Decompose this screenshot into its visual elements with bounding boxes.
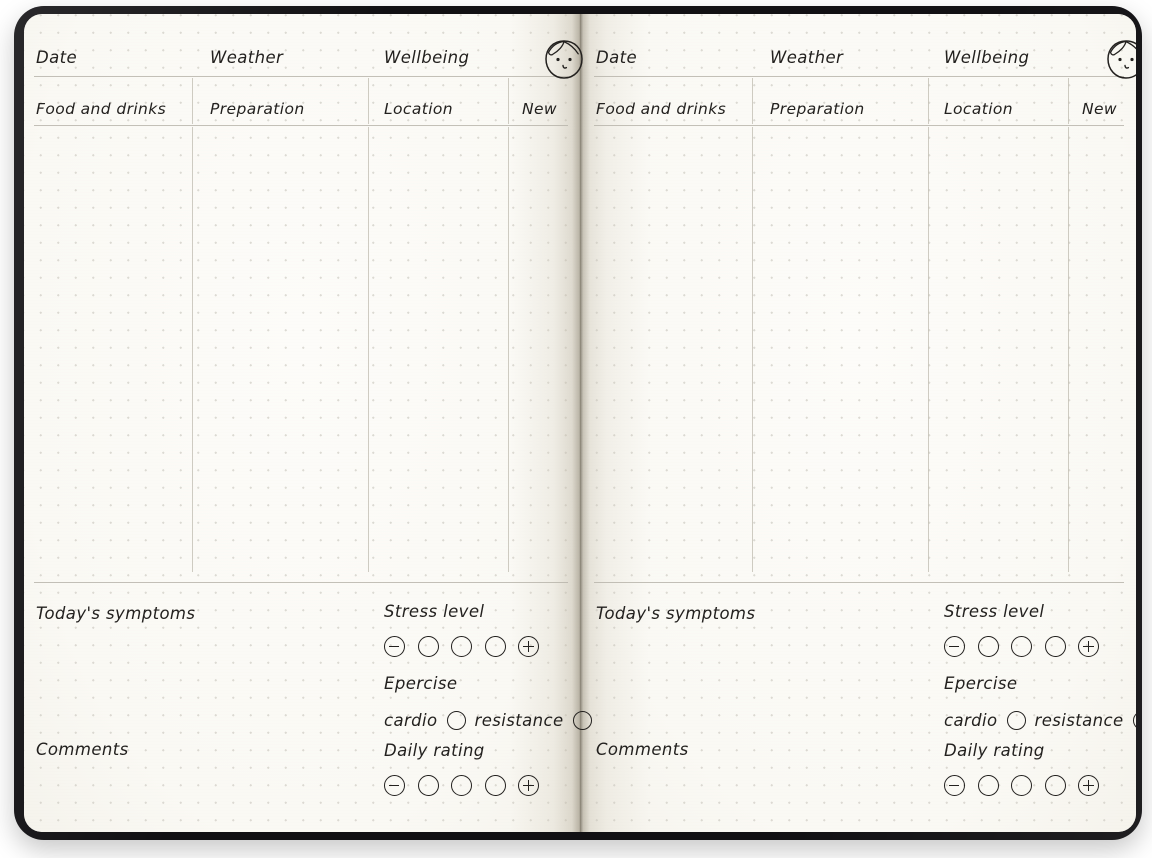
right-sheet-form: Date Weather Wellbeing Food and drinks P… <box>580 14 1136 832</box>
plus-icon[interactable] <box>1078 636 1099 657</box>
date-field-label[interactable]: Date <box>596 49 637 67</box>
exercise-label: Epercise <box>944 674 1018 693</box>
daily-rating-scale[interactable] <box>944 774 1099 797</box>
resistance-label: resistance <box>1034 711 1124 730</box>
cardio-checkbox[interactable] <box>1006 711 1026 730</box>
cardio-label: cardio <box>384 711 438 730</box>
notebook-spread-screenshot: Date Weather Wellbeing Food and drinks P… <box>0 0 1152 858</box>
daily-rating-scale[interactable] <box>384 774 539 797</box>
symptoms-label[interactable]: Today's symptoms <box>36 605 195 623</box>
resistance-label: resistance <box>474 711 564 730</box>
new-column-header[interactable]: New <box>522 101 557 118</box>
stress-option-3[interactable] <box>1011 636 1032 657</box>
daily-option-3[interactable] <box>1011 775 1032 796</box>
plus-icon[interactable] <box>1078 775 1099 796</box>
daily-option-4[interactable] <box>483 774 507 797</box>
col-divider-2-header <box>368 78 369 124</box>
col-divider-1-header <box>752 78 753 124</box>
new-column-header[interactable]: New <box>1082 101 1117 118</box>
rule-above-footer <box>594 582 1124 583</box>
rule-under-date-row <box>594 76 1124 77</box>
symptoms-entry-area[interactable] <box>594 628 944 732</box>
preparation-column-header[interactable]: Preparation <box>770 101 865 118</box>
symptoms-label[interactable]: Today's symptoms <box>596 605 755 623</box>
stress-option-4[interactable] <box>483 635 507 658</box>
location-entry-area[interactable] <box>929 127 1067 572</box>
stress-option-3[interactable] <box>451 636 472 657</box>
exercise-options[interactable]: cardio resistance <box>944 711 1136 730</box>
plus-icon[interactable] <box>518 775 539 796</box>
location-column-header[interactable]: Location <box>384 101 453 118</box>
preparation-entry-area[interactable] <box>193 127 367 572</box>
date-field-label[interactable]: Date <box>36 49 77 67</box>
minus-icon[interactable] <box>384 775 405 796</box>
stress-level-rating[interactable] <box>384 635 539 658</box>
rule-above-footer <box>34 582 568 583</box>
cardio-label: cardio <box>944 711 998 730</box>
rule-under-date-row <box>34 76 568 77</box>
stress-option-4[interactable] <box>1043 635 1067 658</box>
wellbeing-field-label[interactable]: Wellbeing <box>944 49 1029 67</box>
food-entry-area[interactable] <box>34 127 191 572</box>
preparation-column-header[interactable]: Preparation <box>210 101 305 118</box>
daily-rating-label: Daily rating <box>384 741 485 760</box>
comments-entry-area[interactable] <box>34 764 384 822</box>
exercise-options[interactable]: cardio resistance <box>384 711 592 730</box>
rule-under-table-header <box>594 125 1124 126</box>
stress-option-2[interactable] <box>416 635 440 658</box>
preparation-entry-area[interactable] <box>753 127 927 572</box>
col-divider-1-header <box>192 78 193 124</box>
plus-icon[interactable] <box>518 636 539 657</box>
food-entry-area[interactable] <box>594 127 751 572</box>
comments-label[interactable]: Comments <box>36 741 129 759</box>
stress-option-2[interactable] <box>976 635 1000 658</box>
daily-option-4[interactable] <box>1043 774 1067 797</box>
col-divider-3-header <box>1068 78 1069 124</box>
symptoms-entry-area[interactable] <box>34 628 384 732</box>
daily-option-3[interactable] <box>451 775 472 796</box>
left-sheet-form: Date Weather Wellbeing Food and drinks P… <box>24 14 592 832</box>
weather-field-label[interactable]: Weather <box>770 49 843 67</box>
location-column-header[interactable]: Location <box>944 101 1013 118</box>
rule-under-table-header <box>34 125 568 126</box>
food-column-header[interactable]: Food and drinks <box>596 101 726 118</box>
col-divider-3-header <box>508 78 509 124</box>
paper-spread: Date Weather Wellbeing Food and drinks P… <box>24 14 1136 832</box>
location-entry-area[interactable] <box>369 127 507 572</box>
food-column-header[interactable]: Food and drinks <box>36 101 166 118</box>
exercise-label: Epercise <box>384 674 458 693</box>
wellbeing-field-label[interactable]: Wellbeing <box>384 49 469 67</box>
col-divider-2-header <box>928 78 929 124</box>
new-entry-area[interactable] <box>1069 127 1124 572</box>
stress-level-rating[interactable] <box>944 635 1099 658</box>
face-doodle-icon[interactable] <box>1104 37 1136 87</box>
cardio-checkbox[interactable] <box>446 711 466 730</box>
minus-icon[interactable] <box>944 775 965 796</box>
daily-rating-label: Daily rating <box>944 741 1045 760</box>
minus-icon[interactable] <box>944 636 965 657</box>
minus-icon[interactable] <box>384 636 405 657</box>
comments-entry-area[interactable] <box>594 764 944 822</box>
stress-level-label: Stress level <box>944 602 1045 621</box>
resistance-checkbox[interactable] <box>1132 711 1136 730</box>
daily-option-2[interactable] <box>976 774 1000 797</box>
daily-option-2[interactable] <box>416 774 440 797</box>
stress-level-label: Stress level <box>384 602 485 621</box>
comments-label[interactable]: Comments <box>596 741 689 759</box>
new-entry-area[interactable] <box>509 127 568 572</box>
weather-field-label[interactable]: Weather <box>210 49 283 67</box>
